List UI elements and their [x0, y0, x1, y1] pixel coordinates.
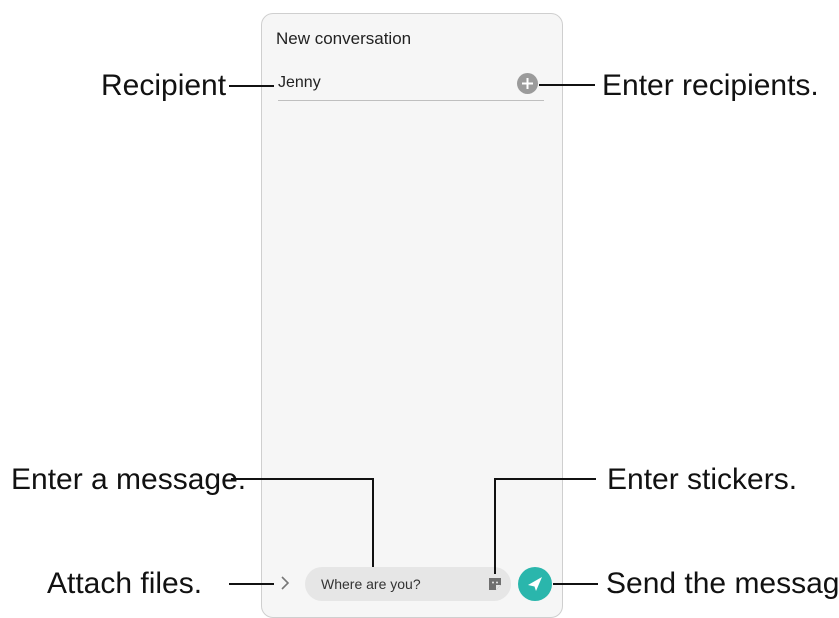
callout-attach-files: Attach files.: [47, 567, 203, 600]
leader-line-enter-message-h: [231, 478, 374, 480]
callout-enter-stickers: Enter stickers.: [607, 463, 798, 496]
leader-line-recipient: [229, 85, 274, 87]
leader-line-enter-stickers-h: [494, 478, 596, 480]
leader-line-enter-recipients: [539, 84, 595, 86]
send-button[interactable]: [518, 567, 552, 601]
attach-files-button[interactable]: [279, 574, 291, 592]
leader-line-enter-stickers-v: [494, 478, 496, 574]
recipient-field[interactable]: Jenny: [278, 74, 321, 92]
sticker-button[interactable]: [486, 575, 504, 593]
leader-line-enter-message-v: [372, 478, 374, 567]
message-input-text: Where are you?: [321, 576, 421, 592]
callout-send-message: Send the message.: [606, 567, 839, 600]
page-title: New conversation: [276, 29, 412, 48]
message-input[interactable]: Where are you?: [305, 567, 511, 601]
add-recipient-button[interactable]: [517, 73, 538, 94]
callout-enter-message: Enter a message.: [11, 463, 247, 496]
leader-line-attach-files: [229, 583, 274, 585]
sticker-icon: [489, 578, 501, 590]
chevron-right-icon: [281, 576, 290, 590]
paper-plane-icon: [528, 577, 542, 591]
phone-screen: [261, 13, 563, 618]
leader-line-send-message: [553, 583, 598, 585]
callout-recipient: Recipient: [101, 69, 227, 102]
plus-circle-icon: [522, 78, 533, 89]
callout-enter-recipients: Enter recipients.: [602, 69, 819, 102]
recipient-field-underline: [278, 100, 544, 101]
